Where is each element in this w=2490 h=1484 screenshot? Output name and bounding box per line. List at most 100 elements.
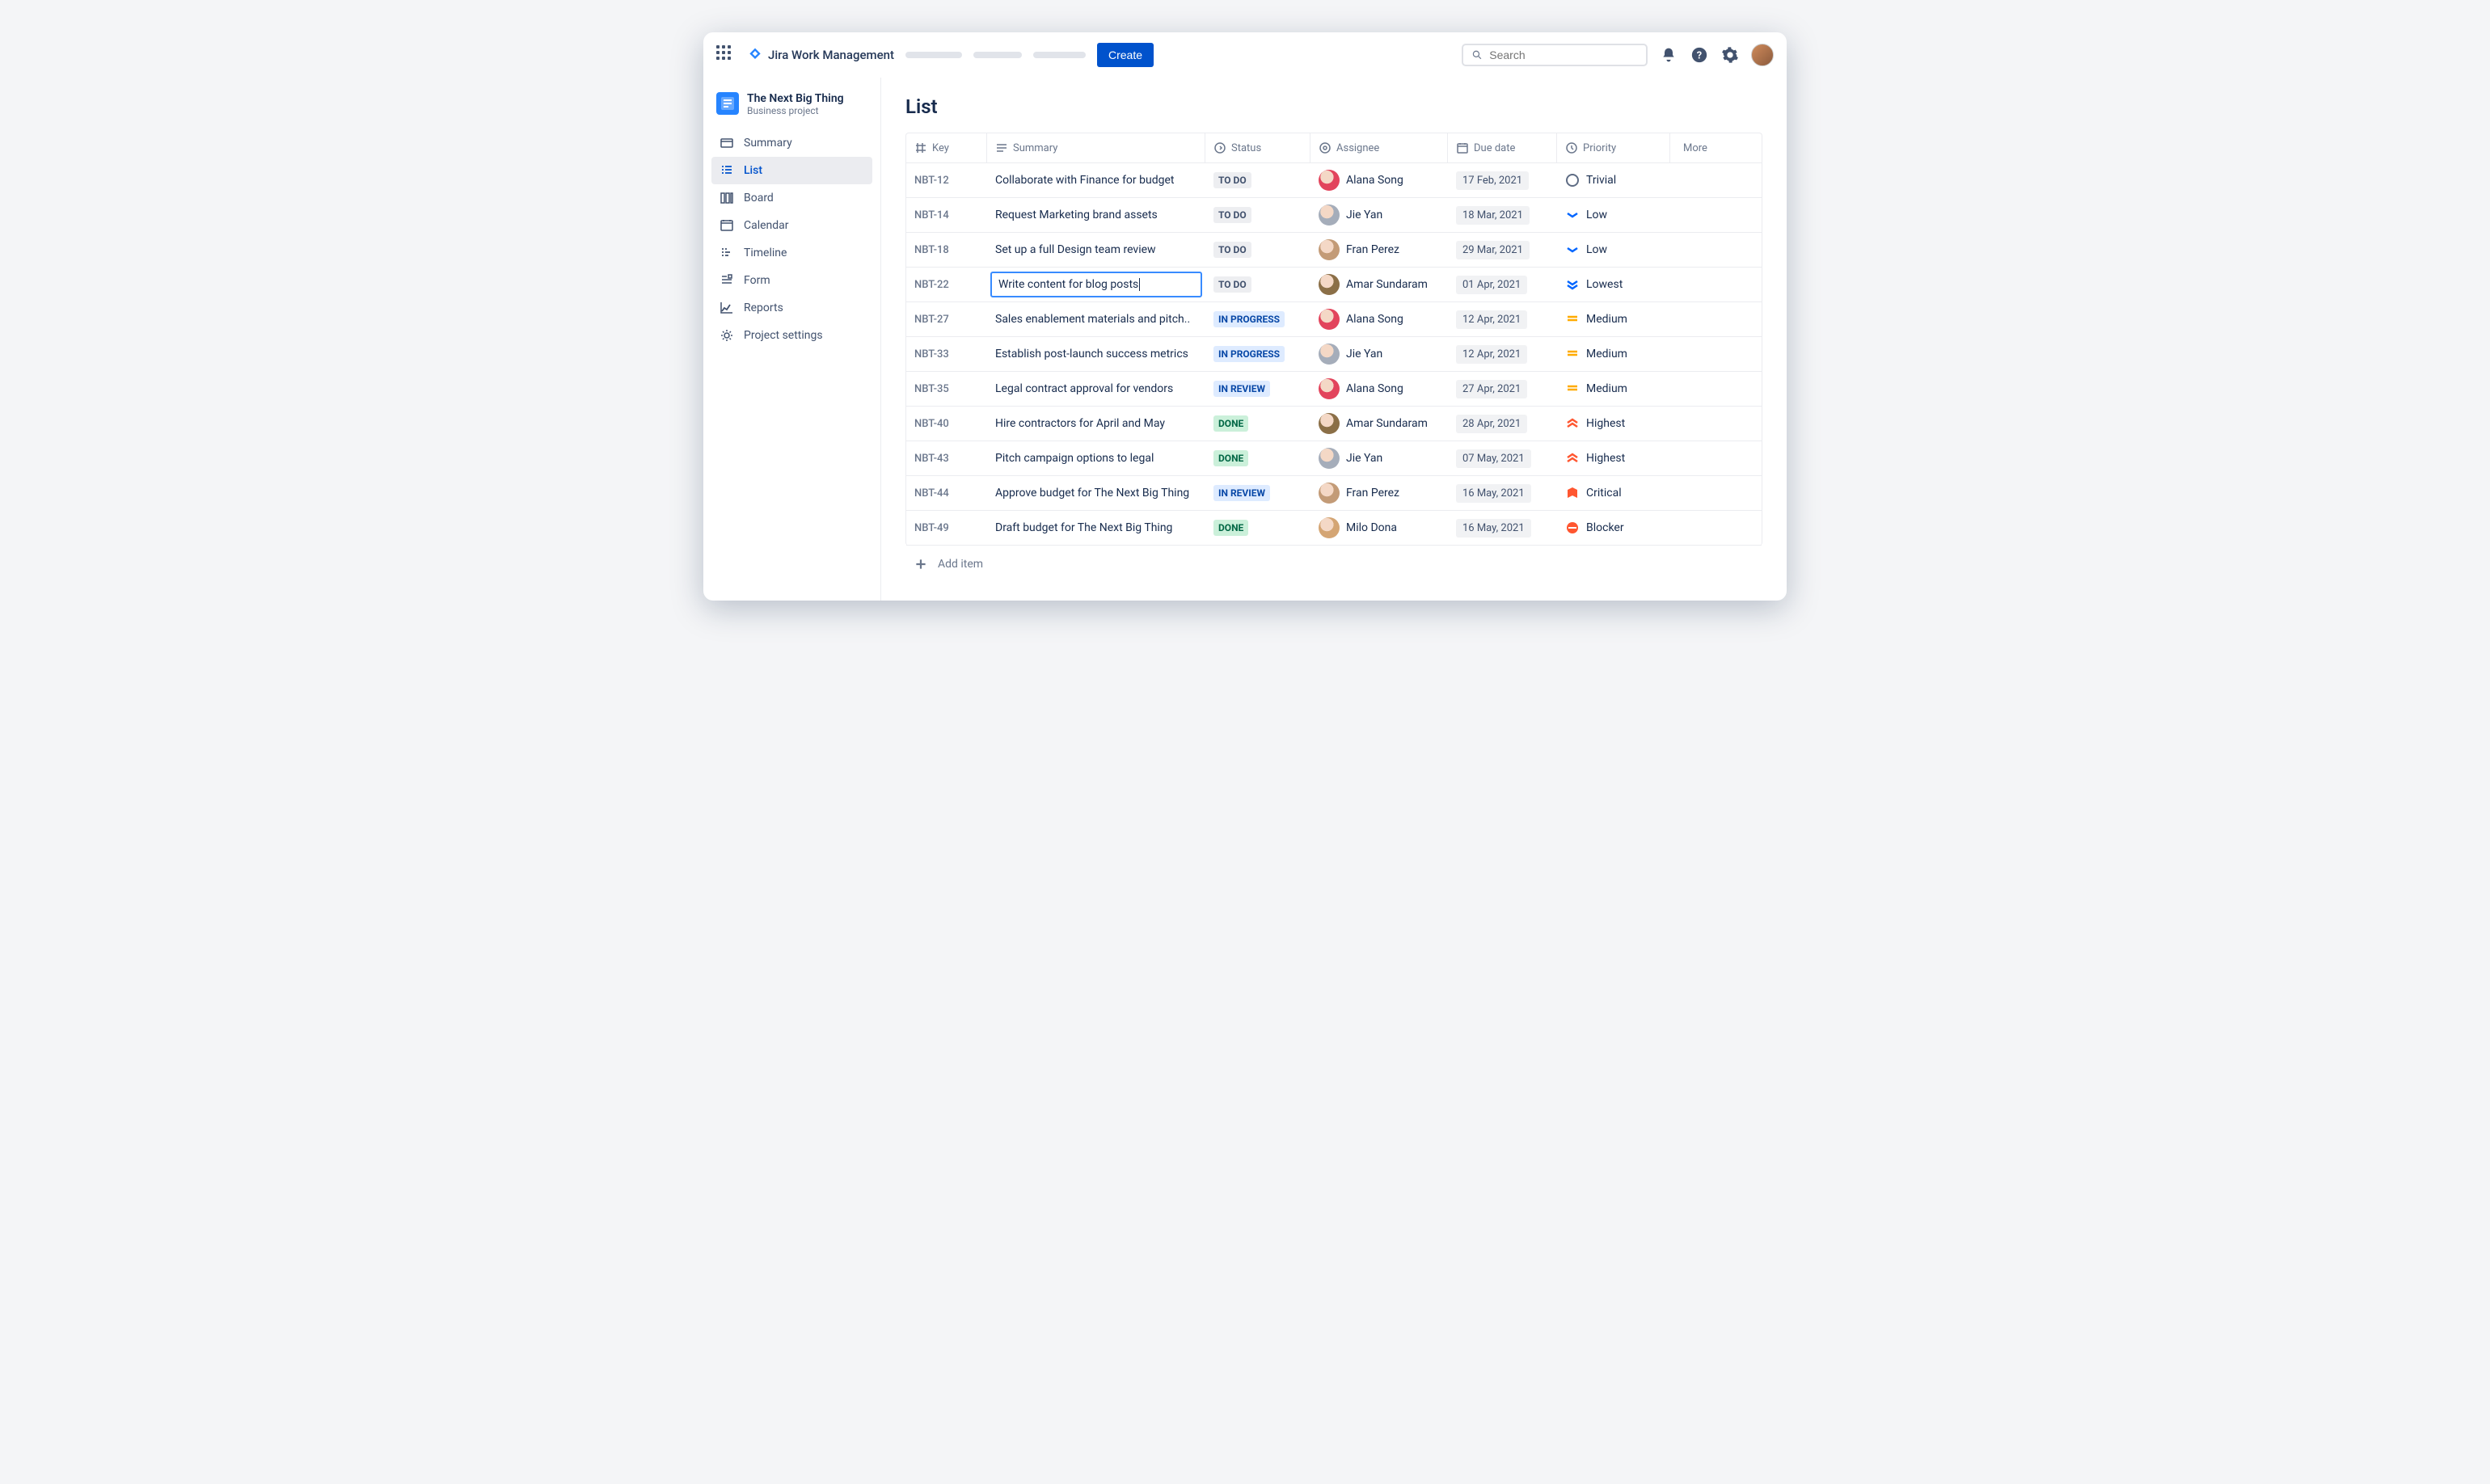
search-input[interactable] [1489,48,1638,61]
assignee-cell[interactable]: Fran Perez [1310,233,1448,267]
help-icon[interactable]: ? [1690,45,1709,65]
table-row[interactable]: NBT-12Collaborate with Finance for budge… [906,163,1762,198]
status-cell[interactable]: IN PROGRESS [1205,339,1310,369]
due-date-cell[interactable]: 16 May, 2021 [1448,512,1557,544]
table-row[interactable]: NBT-18Set up a full Design team reviewTO… [906,233,1762,268]
summary-cell[interactable]: Establish post-launch success metrics [987,341,1205,367]
assignee-cell[interactable]: Jie Yan [1310,337,1448,371]
summary-cell[interactable]: Draft budget for The Next Big Thing [987,515,1205,541]
column-priority[interactable]: Priority [1557,133,1670,162]
sidebar-item-calendar[interactable]: Calendar [711,212,872,239]
status-cell[interactable]: IN PROGRESS [1205,305,1310,334]
due-date-cell[interactable]: 18 Mar, 2021 [1448,200,1557,231]
table-row[interactable]: NBT-40Hire contractors for April and May… [906,407,1762,441]
search-box[interactable] [1462,44,1648,66]
assignee-cell[interactable]: Alana Song [1310,163,1448,197]
key-cell[interactable]: NBT-35 [906,377,987,402]
due-date-cell[interactable]: 27 Apr, 2021 [1448,373,1557,405]
due-date-cell[interactable]: 12 Apr, 2021 [1448,339,1557,370]
summary-cell[interactable]: Sales enablement materials and pitch.. [987,306,1205,332]
table-row[interactable]: NBT-22Write content for blog postsTO DOA… [906,268,1762,302]
due-date-cell[interactable]: 01 Apr, 2021 [1448,269,1557,301]
table-row[interactable]: NBT-35Legal contract approval for vendor… [906,372,1762,407]
status-cell[interactable]: TO DO [1205,200,1310,230]
user-avatar[interactable] [1751,44,1774,66]
assignee-cell[interactable]: Amar Sundaram [1310,268,1448,301]
priority-cell[interactable]: Highest [1557,445,1670,472]
priority-cell[interactable]: Medium [1557,375,1670,403]
status-cell[interactable]: TO DO [1205,270,1310,299]
due-date-cell[interactable]: 17 Feb, 2021 [1448,165,1557,196]
assignee-cell[interactable]: Jie Yan [1310,441,1448,475]
due-date-cell[interactable]: 07 May, 2021 [1448,443,1557,474]
status-cell[interactable]: DONE [1205,409,1310,438]
assignee-cell[interactable]: Amar Sundaram [1310,407,1448,441]
assignee-cell[interactable]: Fran Perez [1310,476,1448,510]
priority-cell[interactable]: Lowest [1557,271,1670,298]
priority-cell[interactable]: Trivial [1557,167,1670,194]
key-cell[interactable]: NBT-40 [906,411,987,436]
priority-cell[interactable]: Medium [1557,340,1670,368]
column-status[interactable]: Status [1205,133,1310,162]
table-row[interactable]: NBT-14Request Marketing brand assetsTO D… [906,198,1762,233]
status-cell[interactable]: DONE [1205,513,1310,542]
notifications-icon[interactable] [1659,45,1678,65]
table-row[interactable]: NBT-44Approve budget for The Next Big Th… [906,476,1762,511]
sidebar-item-form[interactable]: Form [711,267,872,294]
column-key[interactable]: Key [906,133,987,162]
table-row[interactable]: NBT-49Draft budget for The Next Big Thin… [906,511,1762,546]
status-cell[interactable]: IN REVIEW [1205,374,1310,403]
priority-cell[interactable]: Low [1557,201,1670,229]
key-cell[interactable]: NBT-44 [906,481,987,506]
priority-cell[interactable]: Low [1557,236,1670,263]
summary-cell[interactable]: Legal contract approval for vendors [987,376,1205,402]
status-cell[interactable]: IN REVIEW [1205,479,1310,508]
project-header[interactable]: The Next Big Thing Business project [711,92,872,129]
sidebar-item-reports[interactable]: Reports [711,294,872,322]
assignee-cell[interactable]: Jie Yan [1310,198,1448,232]
summary-cell[interactable]: Set up a full Design team review [987,237,1205,263]
column-more[interactable]: More [1670,133,1715,162]
priority-cell[interactable]: Highest [1557,410,1670,437]
app-switcher-icon[interactable] [716,45,736,65]
status-cell[interactable]: TO DO [1205,235,1310,264]
summary-cell[interactable]: Hire contractors for April and May [987,411,1205,436]
status-cell[interactable]: DONE [1205,444,1310,473]
priority-cell[interactable]: Critical [1557,479,1670,507]
column-summary[interactable]: Summary [987,133,1205,162]
key-cell[interactable]: NBT-14 [906,203,987,228]
sidebar-item-board[interactable]: Board [711,184,872,212]
add-item-button[interactable]: Add item [905,546,1762,583]
summary-input[interactable]: Write content for blog posts [990,272,1202,297]
create-button[interactable]: Create [1097,43,1154,67]
status-cell[interactable]: TO DO [1205,166,1310,195]
column-assignee[interactable]: Assignee [1310,133,1448,162]
assignee-cell[interactable]: Alana Song [1310,302,1448,336]
settings-icon[interactable] [1720,45,1740,65]
key-cell[interactable]: NBT-43 [906,446,987,471]
table-row[interactable]: NBT-27Sales enablement materials and pit… [906,302,1762,337]
sidebar-item-timeline[interactable]: Timeline [711,239,872,267]
summary-cell[interactable]: Request Marketing brand assets [987,202,1205,228]
table-row[interactable]: NBT-43Pitch campaign options to legalDON… [906,441,1762,476]
summary-cell[interactable]: Pitch campaign options to legal [987,445,1205,471]
due-date-cell[interactable]: 16 May, 2021 [1448,478,1557,509]
key-cell[interactable]: NBT-49 [906,516,987,541]
assignee-cell[interactable]: Milo Dona [1310,511,1448,545]
due-date-cell[interactable]: 29 Mar, 2021 [1448,234,1557,266]
summary-cell[interactable]: Approve budget for The Next Big Thing [987,480,1205,506]
priority-cell[interactable]: Blocker [1557,514,1670,542]
column-due-date[interactable]: Due date [1448,133,1557,162]
product-logo[interactable]: Jira Work Management [747,47,894,63]
key-cell[interactable]: NBT-18 [906,238,987,263]
priority-cell[interactable]: Medium [1557,306,1670,333]
table-row[interactable]: NBT-33Establish post-launch success metr… [906,337,1762,372]
sidebar-item-summary[interactable]: Summary [711,129,872,157]
key-cell[interactable]: NBT-22 [906,272,987,297]
sidebar-item-list[interactable]: List [711,157,872,184]
key-cell[interactable]: NBT-33 [906,342,987,367]
assignee-cell[interactable]: Alana Song [1310,372,1448,406]
key-cell[interactable]: NBT-27 [906,307,987,332]
key-cell[interactable]: NBT-12 [906,168,987,193]
sidebar-item-project-settings[interactable]: Project settings [711,322,872,349]
